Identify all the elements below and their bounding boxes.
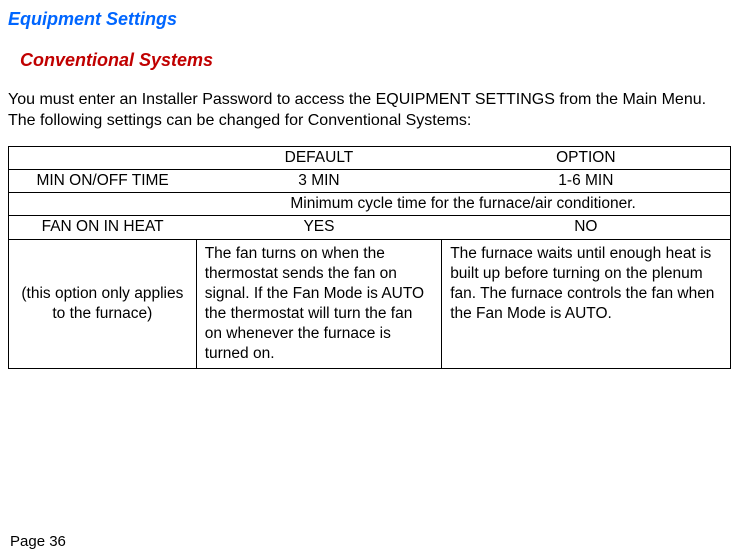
header-default: DEFAULT [196,146,441,169]
minonoff-label: MIN ON/OFF TIME [9,170,197,193]
fanonheat-option: NO [442,216,731,239]
header-option: OPTION [442,146,731,169]
main-heading: Equipment Settings [8,8,731,31]
fanonheat-default: YES [196,216,441,239]
row-fan-on-heat: FAN ON IN HEAT YES NO [9,216,731,239]
fan-no-desc: The furnace waits until enough heat is b… [442,239,731,369]
table-header-row: DEFAULT OPTION [9,146,731,169]
mincycle-desc: Minimum cycle time for the furnace/air c… [196,193,730,216]
intro-paragraph: You must enter an Installer Password to … [8,89,731,132]
minonoff-default: 3 MIN [196,170,441,193]
mincycle-blank [9,193,197,216]
fanonheat-label: FAN ON IN HEAT [9,216,197,239]
minonoff-option: 1-6 MIN [442,170,731,193]
sub-heading: Conventional Systems [20,49,731,72]
row-min-onoff: MIN ON/OFF TIME 3 MIN 1-6 MIN [9,170,731,193]
page-number: Page 36 [10,532,66,551]
header-blank [9,146,197,169]
fan-yes-desc: The fan turns on when the thermostat sen… [196,239,441,369]
row-fan-detail: (this option only applies to the furnace… [9,239,731,369]
fan-note: (this option only applies to the furnace… [9,239,197,369]
settings-table: DEFAULT OPTION MIN ON/OFF TIME 3 MIN 1-6… [8,146,731,369]
row-min-cycle-desc: Minimum cycle time for the furnace/air c… [9,193,731,216]
